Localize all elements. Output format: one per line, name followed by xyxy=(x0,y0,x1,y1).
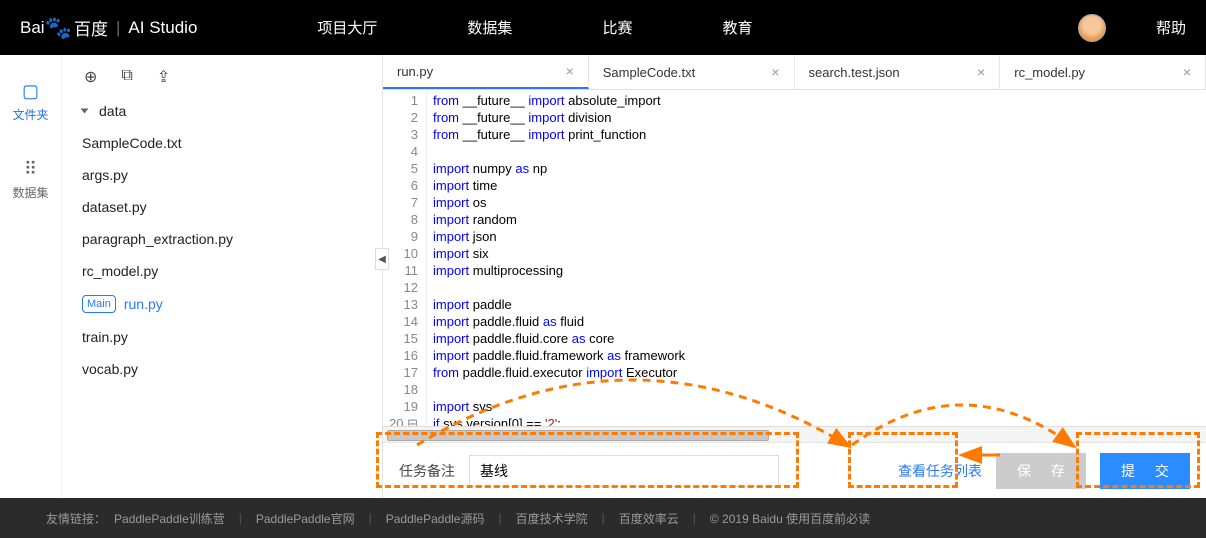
close-icon[interactable]: × xyxy=(771,64,779,80)
avatar[interactable] xyxy=(1078,14,1106,42)
nav-dataset[interactable]: 数据集 xyxy=(467,17,512,38)
top-bar: Bai🐾百度 | AI Studio 项目大厅 数据集 比赛 教育 帮助 xyxy=(0,0,1206,55)
file-toolbar: ⊕ ⧉ ⇪ xyxy=(62,55,382,95)
file-row[interactable]: train.py xyxy=(76,321,368,353)
main-nav: 项目大厅 数据集 比赛 教育 xyxy=(317,17,752,38)
new-folder-icon[interactable]: ⧉ xyxy=(121,67,132,87)
folder-icon: ▢ xyxy=(22,81,39,102)
tab-rc-model[interactable]: rc_model.py × xyxy=(1000,55,1206,89)
save-button[interactable]: 保 存 xyxy=(996,453,1086,489)
nav-right: 帮助 xyxy=(1078,14,1186,42)
file-explorer: ⊕ ⧉ ⇪ data SampleCode.txt args.py datase… xyxy=(62,55,382,498)
nav-project[interactable]: 项目大厅 xyxy=(317,17,377,38)
task-note-input[interactable] xyxy=(469,455,779,487)
editor-tabs: run.py × SampleCode.txt × search.test.json… xyxy=(383,55,1206,90)
file-list: data SampleCode.txt args.py dataset.py p… xyxy=(62,95,382,385)
logo-suffix: AI Studio xyxy=(128,18,197,38)
tab-label: search.test.json xyxy=(809,65,900,80)
file-name: rc_model.py xyxy=(82,263,158,279)
tab-label: rc_model.py xyxy=(1014,65,1085,80)
dataset-icon: ⠿ xyxy=(24,159,37,180)
sidebar-dataset[interactable]: ⠿ 数据集 xyxy=(12,159,48,201)
file-name: vocab.py xyxy=(82,361,138,377)
folder-name: data xyxy=(99,103,126,119)
tab-samplecode[interactable]: SampleCode.txt × xyxy=(589,55,795,89)
footer-link[interactable]: PaddlePaddle官网 xyxy=(256,510,355,527)
file-row[interactable]: paragraph_extraction.py xyxy=(76,223,368,255)
footer: 友情链接： PaddlePaddle训练营| PaddlePaddle官网| P… xyxy=(0,498,1206,538)
file-name: train.py xyxy=(82,329,128,345)
view-tasks-link[interactable]: 查看任务列表 xyxy=(898,461,982,481)
submit-button[interactable]: 提 交 xyxy=(1100,453,1190,489)
close-icon[interactable]: × xyxy=(566,63,574,79)
footer-label: 友情链接： xyxy=(46,510,106,527)
file-name: paragraph_extraction.py xyxy=(82,231,233,247)
close-icon[interactable]: × xyxy=(1183,64,1191,80)
file-name: args.py xyxy=(82,167,128,183)
file-name: SampleCode.txt xyxy=(82,135,182,151)
sidebar-item-label: 文件夹 xyxy=(12,106,48,123)
file-row[interactable]: args.py xyxy=(76,159,368,191)
logo-separator: | xyxy=(116,18,120,38)
collapse-panel-icon[interactable]: ◀ xyxy=(375,248,389,270)
upload-icon[interactable]: ⇪ xyxy=(157,67,170,87)
footer-link[interactable]: 百度效率云 xyxy=(619,510,679,527)
vertical-sidebar: ▢ 文件夹 ⠿ 数据集 xyxy=(0,55,62,498)
bottom-bar: 任务备注 查看任务列表 保 存 提 交 xyxy=(383,442,1206,498)
file-row[interactable]: vocab.py xyxy=(76,353,368,385)
logo-cn: 百度 xyxy=(74,15,108,40)
task-note-label: 任务备注 xyxy=(399,461,455,481)
horizontal-scrollbar[interactable] xyxy=(383,426,1206,442)
nav-contest[interactable]: 比赛 xyxy=(602,17,632,38)
code-lines[interactable]: from __future__ import absolute_importfr… xyxy=(427,90,1206,426)
file-row[interactable]: dataset.py xyxy=(76,191,368,223)
main-badge: Main xyxy=(82,295,116,313)
new-file-icon[interactable]: ⊕ xyxy=(84,67,97,87)
code-area[interactable]: 1234567891011121314151617181920 ⊟2122232… xyxy=(383,90,1206,426)
tab-label: SampleCode.txt xyxy=(603,65,696,80)
footer-link[interactable]: 百度技术学院 xyxy=(516,510,588,527)
logo[interactable]: Bai🐾百度 | AI Studio xyxy=(20,15,197,41)
nav-help[interactable]: 帮助 xyxy=(1156,17,1186,38)
nav-education[interactable]: 教育 xyxy=(722,17,752,38)
tab-run-py[interactable]: run.py × xyxy=(383,55,589,89)
line-gutter: 1234567891011121314151617181920 ⊟2122232… xyxy=(383,90,427,426)
sidebar-item-label: 数据集 xyxy=(12,184,48,201)
folder-row[interactable]: data xyxy=(76,95,368,127)
file-row[interactable]: SampleCode.txt xyxy=(76,127,368,159)
footer-copy[interactable]: © 2019 Baidu 使用百度前必读 xyxy=(710,510,870,527)
logo-text: Bai xyxy=(20,18,45,38)
footer-link[interactable]: PaddlePaddle训练营 xyxy=(114,510,225,527)
footer-link[interactable]: PaddlePaddle源码 xyxy=(386,510,485,527)
file-name: dataset.py xyxy=(82,199,147,215)
paw-icon: 🐾 xyxy=(45,15,72,41)
close-icon[interactable]: × xyxy=(977,64,985,80)
file-name: run.py xyxy=(124,296,163,312)
file-row[interactable]: rc_model.py xyxy=(76,255,368,287)
editor-pane: run.py × SampleCode.txt × search.test.json… xyxy=(382,55,1206,498)
sidebar-files[interactable]: ▢ 文件夹 xyxy=(12,81,48,123)
tab-label: run.py xyxy=(397,64,433,79)
tab-search-json[interactable]: search.test.json × xyxy=(795,55,1001,89)
file-row-active[interactable]: Main run.py xyxy=(76,287,368,321)
